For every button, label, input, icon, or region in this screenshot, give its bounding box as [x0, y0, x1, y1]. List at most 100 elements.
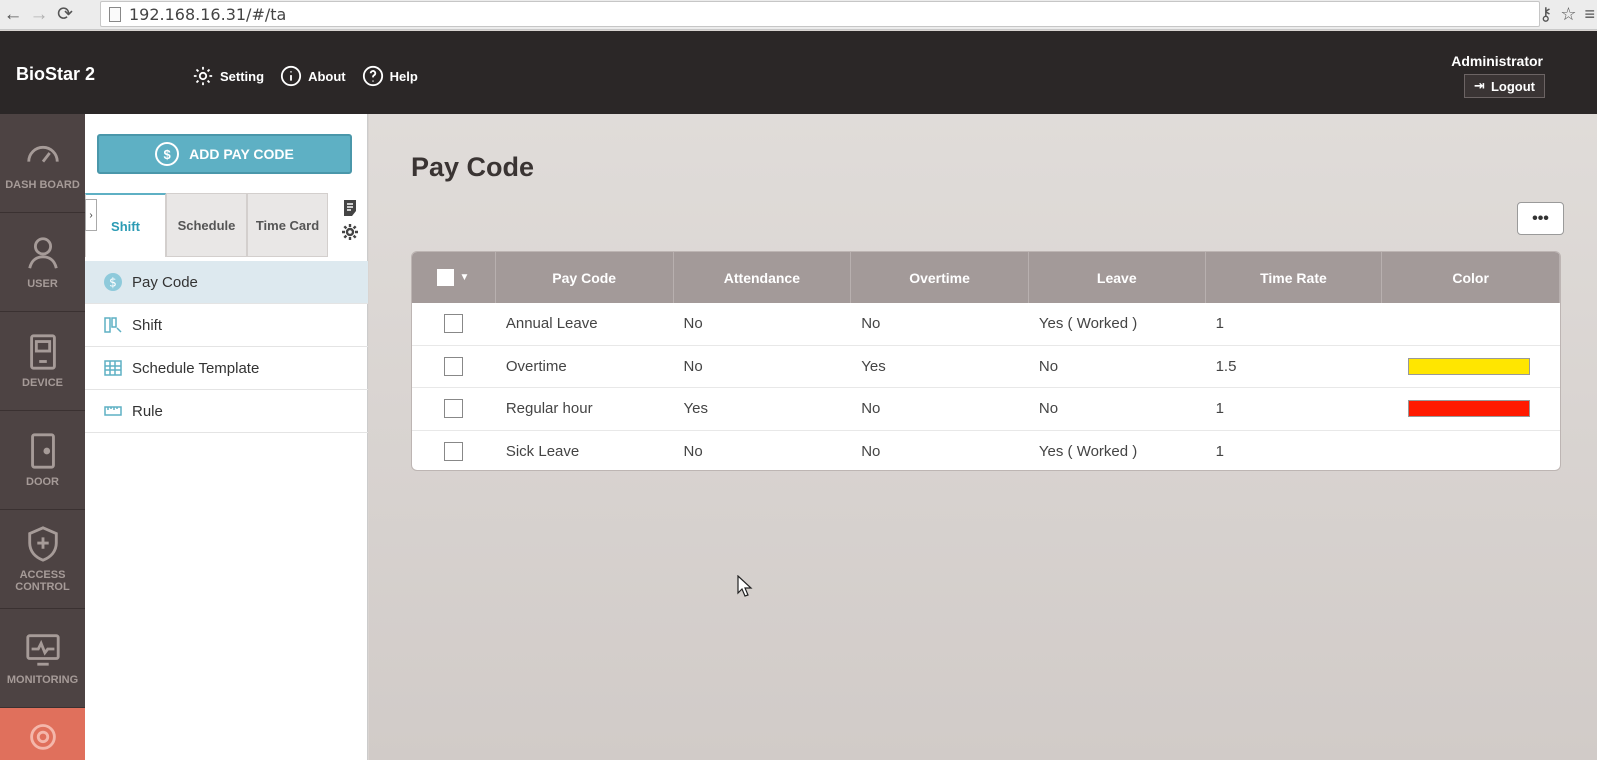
sidebar-item-schedule-template[interactable]: Schedule Template — [85, 347, 368, 390]
mouse-cursor-icon — [737, 575, 753, 597]
nav-user[interactable]: USER — [0, 213, 85, 312]
sidebar-tabs: Shift Schedule Time Card — [85, 193, 335, 257]
column-header-attendance[interactable]: Attendance — [674, 252, 852, 303]
row-select-cell — [412, 388, 496, 430]
color-swatch — [1408, 400, 1531, 418]
attendance-cell: No — [683, 315, 703, 333]
attendance-cell: Yes — [683, 400, 709, 418]
leave-cell: No — [1038, 357, 1059, 375]
browser-toolbar: ← → ⟳ 192.168.16.31/#/ta ⚷ ☆ ≡ — [0, 0, 1597, 30]
sidebar-item-shift[interactable]: Shift — [85, 304, 368, 347]
nav-label: DOOR — [26, 476, 59, 488]
logout-button[interactable]: ⇥ Logout — [1464, 74, 1545, 98]
nav-monitoring[interactable]: MONITORING — [0, 609, 85, 708]
sidebar-item-label: Shift — [132, 316, 163, 334]
tab-time-card[interactable]: Time Card — [247, 193, 328, 257]
caret-down-icon[interactable]: ▼ — [459, 272, 469, 283]
leave-cell: Yes ( Worked ) — [1038, 315, 1138, 333]
select-all-header[interactable]: ▼ — [412, 252, 496, 303]
help-label: Help — [389, 68, 418, 84]
sidebar-item-pay-code[interactable]: $ Pay Code — [85, 261, 368, 304]
attendance-cell: No — [683, 357, 703, 375]
main-content: Pay Code ••• ▼ Pay Code Attendance Overt… — [369, 114, 1597, 760]
table-row[interactable]: Overtime No Yes No 1.5 — [412, 346, 1560, 388]
leave-cell: Yes ( Worked ) — [1038, 442, 1138, 460]
overtime-cell: Yes — [861, 357, 886, 375]
sidebar-item-label: Rule — [132, 402, 163, 420]
key-icon[interactable]: ⚷ — [1539, 4, 1552, 25]
tab-schedule[interactable]: Schedule — [166, 193, 247, 257]
report-icon[interactable] — [341, 199, 359, 217]
nav-door[interactable]: DOOR — [0, 411, 85, 510]
row-checkbox[interactable] — [444, 441, 464, 461]
sidebar: $ ADD PAY CODE › Shift Schedule Time Car… — [85, 114, 368, 760]
row-checkbox[interactable] — [444, 356, 464, 376]
nav-label: MONITORING — [6, 674, 79, 686]
pay-code-cell: Annual Leave — [505, 315, 598, 333]
table-row[interactable]: Annual Leave No No Yes ( Worked ) 1 — [412, 303, 1560, 346]
gear-icon[interactable] — [341, 223, 359, 241]
setting-link[interactable]: Setting — [192, 65, 264, 87]
overtime-cell: No — [861, 400, 881, 418]
more-options-button[interactable]: ••• — [1517, 202, 1564, 235]
main-nav: DASH BOARD USER DEVICE DOOR ACCESS CONTR… — [0, 114, 85, 760]
color-cell — [1382, 346, 1560, 388]
shift-icon — [104, 317, 122, 333]
pay-code-cell: Sick Leave — [505, 442, 580, 460]
collapse-sidebar-chevron-icon[interactable]: › — [85, 199, 97, 231]
brand-logo[interactable]: BioStar 2 — [16, 64, 95, 85]
browser-menu-icon[interactable]: ≡ — [1584, 4, 1595, 25]
bookmark-star-icon[interactable]: ☆ — [1560, 4, 1576, 25]
about-link[interactable]: About — [280, 65, 346, 87]
sidebar-item-label: Pay Code — [132, 273, 198, 291]
column-header-leave[interactable]: Leave — [1029, 252, 1206, 303]
color-cell — [1382, 431, 1560, 471]
nav-access-control[interactable]: ACCESS CONTROL — [0, 510, 85, 609]
logout-label: Logout — [1490, 78, 1535, 94]
forward-arrow-icon[interactable]: → — [26, 2, 52, 28]
add-pay-code-button[interactable]: $ ADD PAY CODE — [97, 134, 352, 174]
column-header-pay-code[interactable]: Pay Code — [496, 252, 674, 303]
page-icon — [109, 6, 121, 22]
back-arrow-icon[interactable]: ← — [0, 2, 26, 28]
table-row[interactable]: Sick Leave No No Yes ( Worked ) 1 — [412, 431, 1560, 471]
nav-time-attendance[interactable] — [0, 708, 85, 760]
row-checkbox[interactable] — [444, 314, 464, 334]
nav-dashboard[interactable]: DASH BOARD — [0, 114, 85, 213]
color-cell — [1382, 303, 1560, 345]
page-title: Pay Code — [411, 152, 535, 182]
sidebar-menu: $ Pay Code Shift Schedule Template Rule — [85, 261, 368, 433]
tab-shift[interactable]: Shift — [85, 193, 166, 257]
column-header-time-rate[interactable]: Time Rate — [1206, 252, 1383, 303]
monitoring-icon — [25, 634, 60, 666]
user-icon — [27, 237, 58, 269]
nav-device[interactable]: DEVICE — [0, 312, 85, 411]
reload-icon[interactable]: ⟳ — [52, 2, 78, 28]
dashboard-gauge-icon — [26, 146, 59, 163]
info-icon — [280, 65, 302, 87]
tab-tools — [335, 199, 365, 241]
user-name: Administrator — [1451, 53, 1543, 69]
overtime-cell: No — [861, 315, 881, 333]
row-checkbox[interactable] — [444, 399, 464, 419]
pay-code-cell: Regular hour — [505, 400, 593, 418]
attendance-cell: No — [683, 442, 703, 460]
table-row[interactable]: Regular hour Yes No No 1 — [412, 388, 1560, 431]
add-pay-code-label: ADD PAY CODE — [189, 146, 294, 162]
color-cell — [1382, 388, 1560, 430]
column-header-color[interactable]: Color — [1382, 252, 1560, 303]
about-label: About — [308, 68, 346, 84]
time-rate-cell: 1.5 — [1215, 357, 1237, 375]
nav-label: DASH BOARD — [5, 179, 80, 191]
sidebar-item-rule[interactable]: Rule — [85, 390, 368, 433]
pay-code-table: ▼ Pay Code Attendance Overtime Leave Tim… — [411, 251, 1561, 471]
nav-label: DEVICE — [22, 377, 63, 389]
setting-label: Setting — [220, 68, 265, 84]
help-icon — [362, 65, 383, 87]
select-all-checkbox[interactable] — [437, 269, 455, 286]
svg-text:$: $ — [109, 276, 117, 290]
help-link[interactable]: Help — [362, 65, 418, 87]
row-select-cell — [412, 346, 496, 388]
column-header-overtime[interactable]: Overtime — [851, 252, 1029, 303]
address-bar[interactable]: 192.168.16.31/#/ta — [100, 1, 1540, 27]
